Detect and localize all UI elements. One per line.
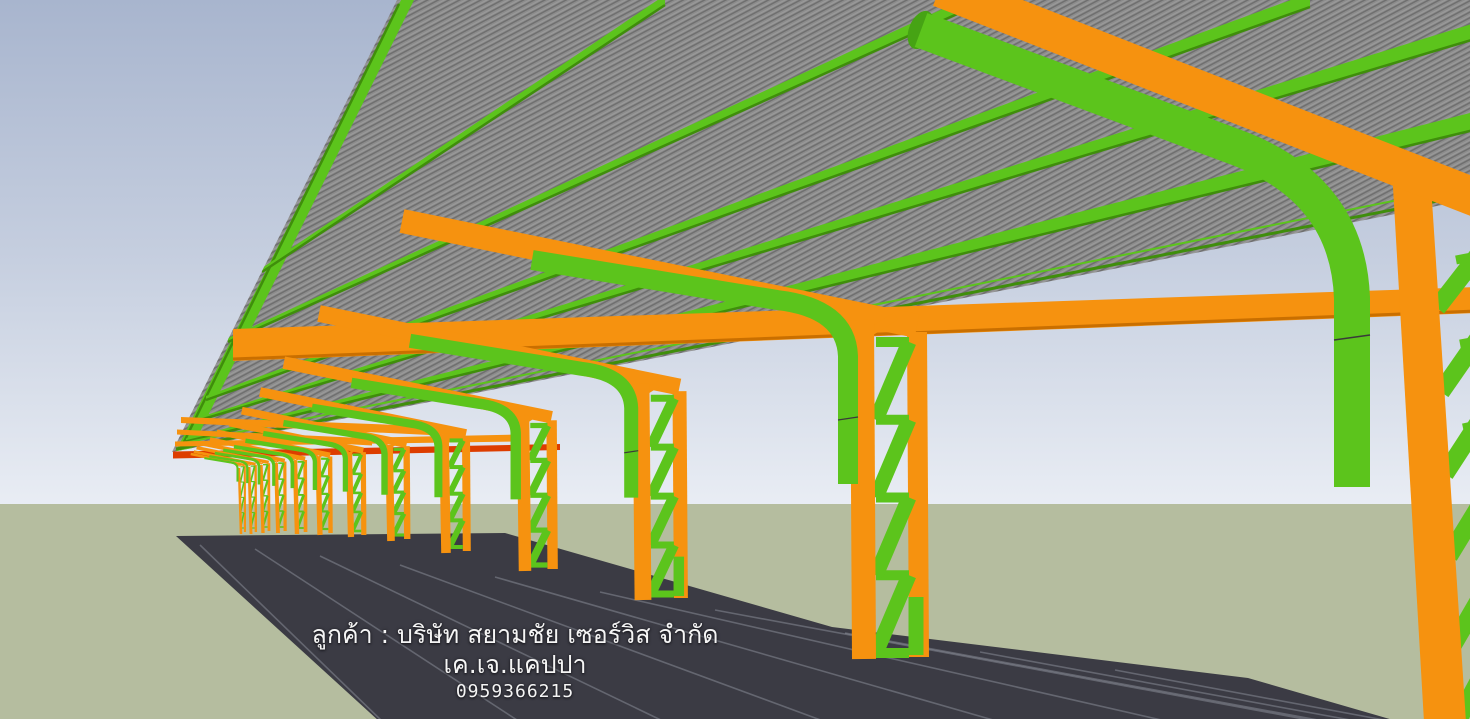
scene-3d [0, 0, 1470, 719]
frame-rear-column [363, 452, 364, 535]
frame-front-column [249, 467, 251, 534]
frame-front-column [641, 384, 643, 600]
render-viewport: ลูกค้า : บริษัท สยามชัย เซอร์วิส จำกัด เ… [0, 0, 1470, 719]
frame-rear-column [466, 436, 467, 551]
main-frame-lattice-rung [1456, 255, 1470, 260]
frame-front-column [862, 320, 864, 659]
frame-front-column [523, 416, 525, 571]
frame-rear-column [552, 420, 553, 569]
frame-front-column [349, 452, 351, 537]
main-frame-lattice-rung [1460, 340, 1470, 344]
frame-front-column [261, 465, 263, 533]
frame-front-column [276, 463, 278, 533]
frame-rear-column [407, 446, 408, 539]
frame-front-column [444, 434, 446, 553]
frame-front-column [295, 461, 297, 534]
main-frame-lattice-rung [1463, 424, 1470, 428]
frame-front-column [318, 457, 320, 535]
frame-front-column [389, 445, 391, 541]
